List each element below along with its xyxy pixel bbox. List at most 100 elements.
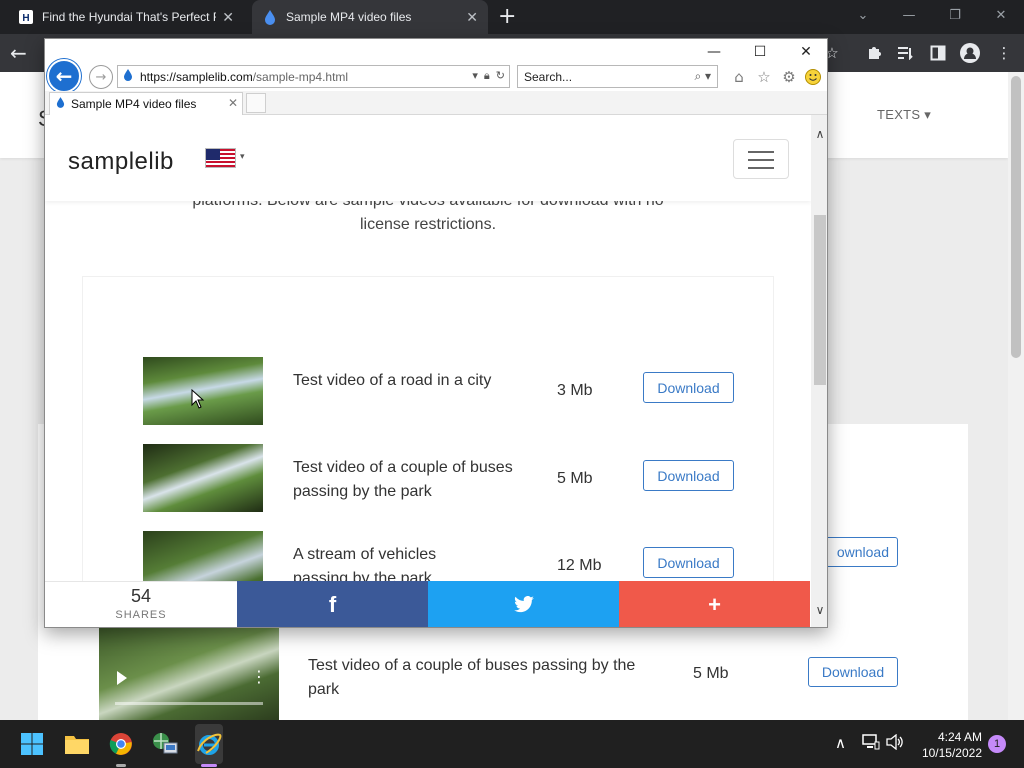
play-icon[interactable]: [117, 671, 127, 685]
volume-icon[interactable]: [886, 733, 904, 754]
minimize-button[interactable]: —: [886, 0, 932, 30]
bg-download-button[interactable]: Download: [808, 657, 898, 687]
search-icon[interactable]: ⌕ ▾: [694, 69, 711, 84]
mouse-cursor-icon: [191, 389, 205, 409]
url-host: https://samplelib.com: [140, 69, 253, 84]
clock-time: 4:24 AM: [937, 730, 982, 744]
scroll-down-arrow-icon[interactable]: ∨: [811, 601, 827, 619]
chrome-tab-title: Sample MP4 video files: [286, 10, 412, 24]
windows-start-icon[interactable]: [16, 728, 48, 760]
uk-flag-icon[interactable]: [205, 148, 236, 168]
ie-tab-title: Sample MP4 video files: [71, 97, 197, 111]
reading-list-icon[interactable]: [896, 43, 916, 63]
video-row: Test video of a road in a city 3 Mb Down…: [83, 357, 773, 427]
dropdown-arrow-icon[interactable]: ▾: [472, 69, 478, 83]
network-app-icon[interactable]: [149, 728, 181, 760]
refresh-icon[interactable]: ↻: [496, 69, 505, 83]
profile-avatar-icon[interactable]: [960, 43, 980, 63]
side-panel-icon[interactable]: [928, 43, 948, 63]
notification-badge[interactable]: 1: [988, 735, 1006, 753]
ie-page-viewport: samplelib ▾ platforms. Below are sample …: [45, 115, 811, 627]
chevron-down-icon[interactable]: ⌄: [840, 0, 886, 30]
ie-tab-row: Sample MP4 video files ✕: [45, 91, 827, 115]
ie-forward-button[interactable]: →: [89, 65, 113, 89]
settings-gear-icon[interactable]: ⚙: [779, 67, 799, 87]
twitter-share-button[interactable]: [428, 581, 619, 627]
video-menu-icon[interactable]: ⋮: [251, 667, 267, 686]
ie-tab-sample-mp4[interactable]: Sample MP4 video files ✕: [49, 92, 243, 115]
chrome-tab-hyundai[interactable]: H Find the Hyundai That's Perfect F ✕: [8, 0, 244, 34]
video-title: Test video of a road in a city: [293, 372, 492, 389]
restore-button[interactable]: ❐: [932, 0, 978, 30]
clock-date: 10/15/2022: [921, 746, 982, 760]
ie-back-button[interactable]: ←: [47, 59, 81, 93]
chrome-icon[interactable]: [105, 728, 137, 760]
download-button[interactable]: Download: [643, 460, 734, 491]
ie-vertical-scrollbar[interactable]: ∧ ∨: [811, 115, 827, 627]
bg-video-title: Test video of a couple of buses passing …: [308, 657, 636, 698]
menu-dots-icon[interactable]: ⋮: [994, 43, 1014, 63]
samplelib-favicon-icon: [262, 9, 278, 25]
download-button[interactable]: Download: [643, 547, 734, 578]
close-tab-icon[interactable]: ✕: [466, 9, 478, 26]
back-arrow-icon[interactable]: ←: [10, 41, 27, 65]
ie-address-bar[interactable]: https://samplelib.com /sample-mp4.html ▾…: [117, 65, 510, 88]
ie-search-input[interactable]: Search... ⌕ ▾: [517, 65, 718, 88]
ie-scrollbar-thumb[interactable]: [814, 215, 826, 385]
language-caret-icon[interactable]: ▾: [240, 152, 245, 162]
extensions-puzzle-icon[interactable]: [864, 43, 884, 63]
plus-icon: +: [708, 592, 721, 617]
video-list-card: Test video of a road in a city 3 Mb Down…: [83, 277, 773, 627]
share-count: 54 SHARES: [45, 581, 237, 627]
share-count-label: SHARES: [115, 609, 167, 621]
facebook-share-button[interactable]: f: [237, 581, 428, 627]
page-scrollbar-thumb[interactable]: [1011, 76, 1021, 358]
video-thumbnail[interactable]: [143, 444, 263, 512]
url-path: /sample-mp4.html: [252, 69, 349, 84]
ie-maximize-button[interactable]: ☐: [737, 39, 783, 65]
new-tab-button[interactable]: +: [498, 4, 516, 29]
site-header: samplelib ▾: [45, 115, 811, 201]
video-size: 12 Mb: [557, 557, 602, 574]
video-size: 5 Mb: [557, 470, 593, 487]
bg-video-player[interactable]: ⋮: [99, 627, 279, 720]
network-status-icon[interactable]: [862, 734, 880, 754]
lock-icon[interactable]: 🔒︎: [484, 69, 490, 83]
twitter-icon: [513, 596, 534, 613]
ie-window: — ☐ ✕ ← → https://samplelib.com /sample-…: [44, 38, 828, 628]
smiley-feedback-icon[interactable]: [803, 67, 823, 87]
close-tab-icon[interactable]: ✕: [222, 9, 234, 26]
video-title: Test video of a couple of buses passing …: [293, 459, 513, 500]
ie-minimize-button[interactable]: —: [691, 39, 737, 65]
show-hidden-icons-chevron-icon[interactable]: ∧: [835, 734, 846, 752]
chrome-tab-samplelib[interactable]: Sample MP4 video files ✕: [252, 0, 488, 34]
ie-close-button[interactable]: ✕: [783, 39, 827, 65]
ie-new-tab-button[interactable]: [246, 93, 266, 113]
ie-page-icon: [120, 69, 136, 84]
system-clock[interactable]: 4:24 AM 10/15/2022: [914, 729, 982, 761]
internet-explorer-icon[interactable]: [193, 728, 225, 760]
intro-line: license restrictions.: [359, 216, 497, 233]
site-logo[interactable]: samplelib: [68, 148, 174, 176]
chrome-running-indicator: [116, 764, 126, 767]
nav-texts-dropdown[interactable]: TEXTS ▾: [877, 107, 931, 123]
close-window-button[interactable]: ✕: [978, 0, 1024, 30]
video-size: 3 Mb: [557, 382, 593, 399]
windows-taskbar: ∧ 4:24 AM 10/15/2022 1: [0, 720, 1024, 768]
favorites-star-icon[interactable]: ☆: [754, 67, 774, 87]
close-tab-icon[interactable]: ✕: [228, 96, 238, 110]
more-share-button[interactable]: +: [619, 581, 810, 627]
video-progress-track[interactable]: [115, 702, 263, 705]
home-icon[interactable]: ⌂: [729, 67, 749, 87]
download-button[interactable]: Download: [643, 372, 734, 403]
facebook-icon: f: [328, 592, 337, 617]
chrome-tab-title: Find the Hyundai That's Perfect F: [42, 10, 217, 24]
hyundai-favicon-icon: H: [18, 9, 34, 25]
social-share-bar: 54 SHARES f +: [45, 581, 811, 627]
scroll-up-arrow-icon[interactable]: ∧: [811, 125, 827, 143]
file-explorer-icon[interactable]: [61, 728, 93, 760]
bg-video-size: 5 Mb: [693, 665, 729, 682]
ie-running-indicator: [201, 764, 217, 767]
hamburger-menu-button[interactable]: [733, 139, 789, 179]
samplelib-favicon-icon: [56, 97, 65, 111]
